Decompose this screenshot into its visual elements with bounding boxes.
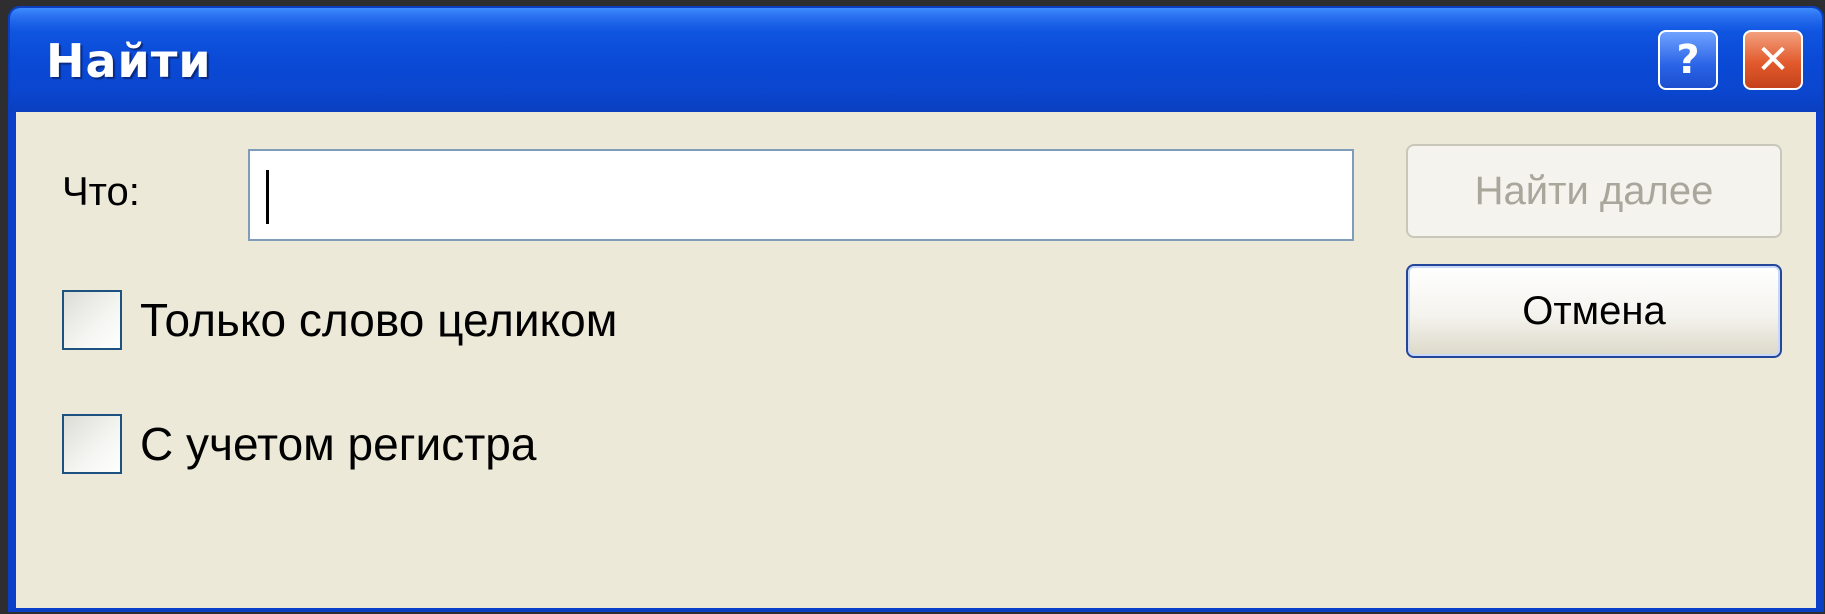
- what-label: Что:: [62, 170, 140, 214]
- search-input[interactable]: [248, 149, 1354, 241]
- find-dialog: Найти ? ✕ Что: Найти далее Отмена Только…: [8, 6, 1824, 612]
- whole-word-checkbox[interactable]: [62, 290, 122, 350]
- help-icon: ?: [1676, 37, 1700, 83]
- match-case-checkbox[interactable]: [62, 414, 122, 474]
- dialog-title: Найти: [46, 34, 212, 88]
- find-next-button[interactable]: Найти далее: [1406, 144, 1782, 238]
- match-case-label[interactable]: С учетом регистра: [140, 417, 536, 471]
- screen: Найти ? ✕ Что: Найти далее Отмена Только…: [0, 0, 1825, 614]
- help-button[interactable]: ?: [1658, 30, 1718, 90]
- cancel-button[interactable]: Отмена: [1406, 264, 1782, 358]
- text-caret: [266, 170, 269, 224]
- close-button[interactable]: ✕: [1743, 30, 1803, 90]
- match-case-option[interactable]: С учетом регистра: [62, 414, 536, 474]
- dialog-body: Что: Найти далее Отмена Только слово цел…: [16, 112, 1816, 608]
- close-icon: ✕: [1756, 37, 1790, 83]
- whole-word-label[interactable]: Только слово целиком: [140, 293, 617, 347]
- whole-word-option[interactable]: Только слово целиком: [62, 290, 617, 350]
- title-bar[interactable]: Найти ? ✕: [10, 8, 1822, 112]
